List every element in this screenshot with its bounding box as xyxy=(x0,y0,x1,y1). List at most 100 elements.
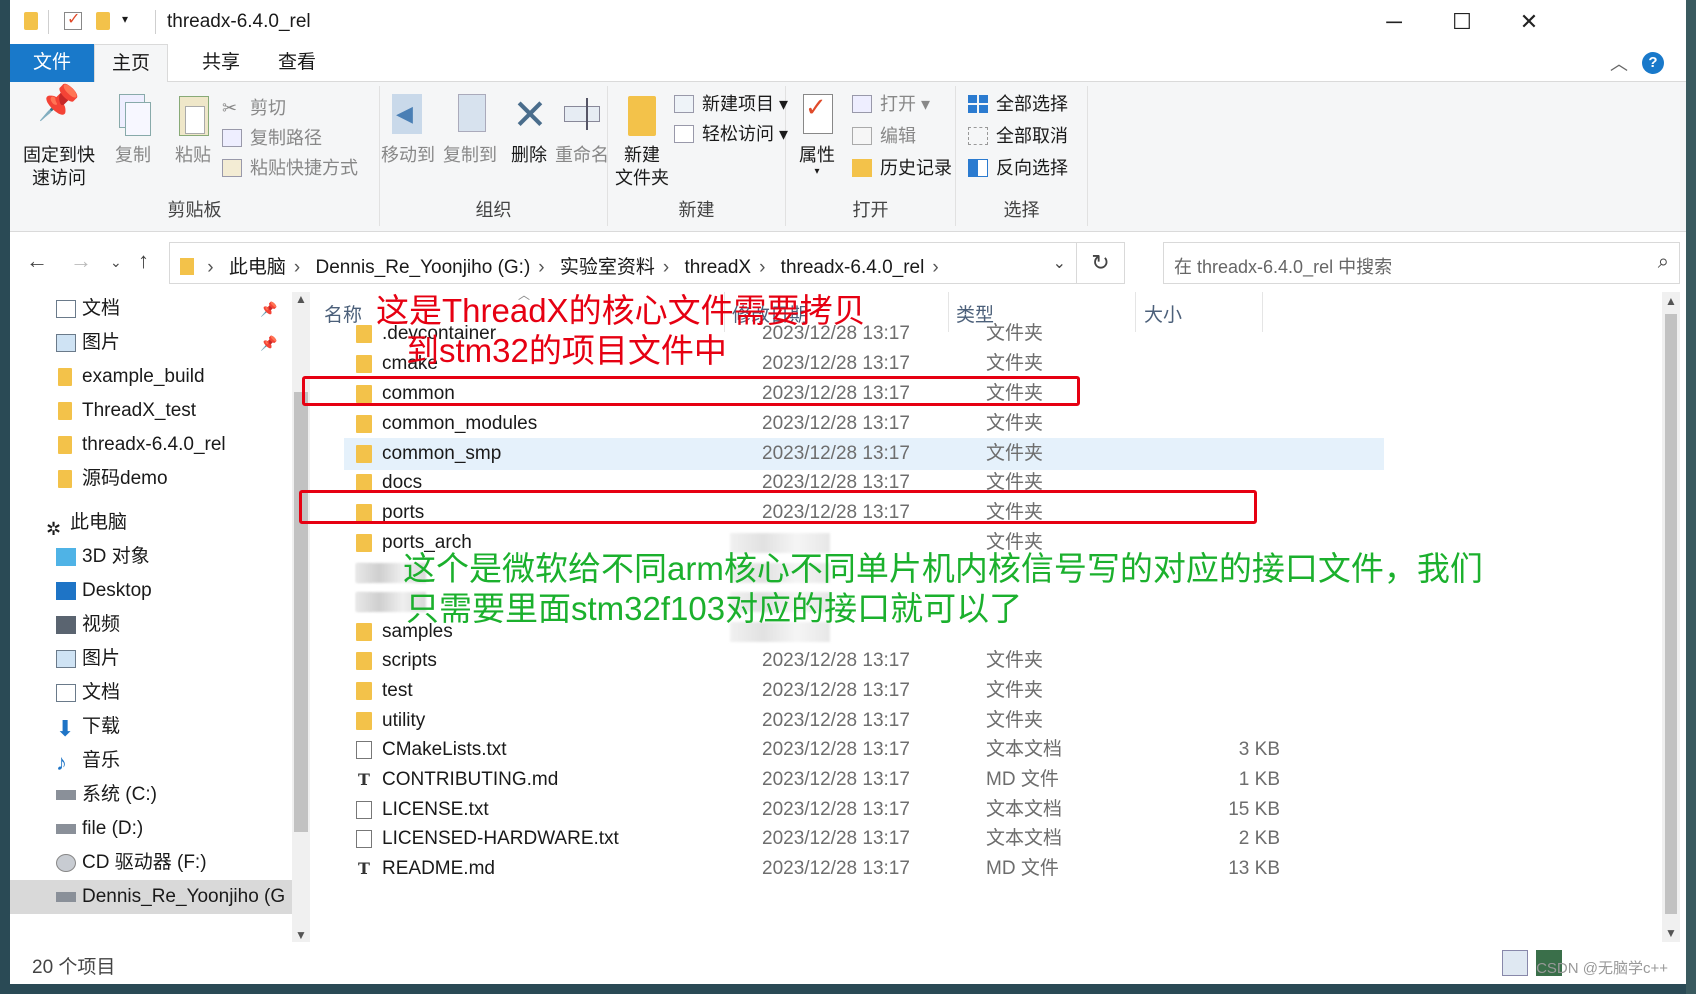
pin-quick-access-button[interactable]: 📌 固定到快 速访问 xyxy=(20,86,98,190)
copy-button[interactable]: 复制 xyxy=(108,92,158,167)
collapse-ribbon-icon[interactable]: ︿ xyxy=(1610,50,1628,76)
move-to-button[interactable]: ◀ 移动到 xyxy=(380,92,436,167)
history-button[interactable]: 历史记录 xyxy=(852,154,952,182)
properties-quick-icon[interactable]: ✓ xyxy=(64,11,82,30)
easy-access-button[interactable]: 轻松访问 ▾ xyxy=(674,120,788,148)
copy-path-button[interactable]: 复制路径 xyxy=(222,124,322,152)
nav-item-drive-c[interactable]: 系统 (C:) xyxy=(10,778,292,812)
file-date: 2023/12/28 13:17 xyxy=(762,413,910,434)
delete-button[interactable]: ✕ 删除 xyxy=(508,92,550,167)
address-bar[interactable]: › 此电脑 › Dennis_Re_Yoonjiho (G:) › 实验室资料 › t… xyxy=(169,242,1077,284)
nav-item-videos[interactable]: 视频 xyxy=(10,608,292,642)
pin-icon[interactable]: 📌 xyxy=(260,326,277,360)
breadcrumb: › 此电脑 › Dennis_Re_Yoonjiho (G:) › 实验室资料 › t… xyxy=(180,252,949,279)
scroll-up-icon[interactable]: ▲ xyxy=(295,292,307,306)
scroll-down-icon[interactable]: ▼ xyxy=(1662,926,1680,940)
breadcrumb-item[interactable]: threadX xyxy=(685,257,752,278)
nav-item-documents[interactable]: 文档 📌 xyxy=(10,292,292,326)
properties-button[interactable]: ✓ 属性 ▾ xyxy=(792,92,842,177)
file-list-scrollbar[interactable]: ▲ ▼ xyxy=(1662,292,1680,942)
forward-icon[interactable]: → xyxy=(70,248,92,274)
recent-locations-icon[interactable]: ⌄ xyxy=(110,254,122,271)
new-folder-button[interactable]: 新建 文件夹 xyxy=(612,92,672,190)
new-item-button[interactable]: 新建项目 ▾ xyxy=(674,90,788,118)
nav-item-drive-d[interactable]: file (D:) xyxy=(10,812,292,846)
file-name: CONTRIBUTING.md xyxy=(382,769,559,790)
refresh-icon[interactable]: ↻ xyxy=(1077,242,1125,284)
cut-button[interactable]: ✂ 剪切 xyxy=(222,94,286,122)
copy-to-button[interactable]: 复制到 xyxy=(442,92,498,167)
close-button[interactable]: ✕ xyxy=(1496,0,1562,44)
table-row[interactable]: utility 2023/12/28 13:17 文件夹 xyxy=(320,705,1360,737)
move-to-icon: ◀ xyxy=(386,92,430,138)
table-row[interactable]: T README.md 2023/12/28 13:17 MD 文件 13 KB xyxy=(320,853,1360,885)
file-name: utility xyxy=(382,710,426,731)
table-row[interactable]: common_smp 2023/12/28 13:17 文件夹 xyxy=(344,438,1384,470)
nav-item-downloads[interactable]: ⬇ 下载 xyxy=(10,710,292,744)
tab-home[interactable]: 主页 xyxy=(94,44,168,83)
details-view-icon[interactable] xyxy=(1502,950,1528,976)
scroll-down-icon[interactable]: ▼ xyxy=(295,928,307,942)
desktop-icon xyxy=(56,582,76,600)
file-type: 文本文档 xyxy=(986,828,1063,849)
nav-scroll-thumb[interactable] xyxy=(294,392,308,832)
ribbon: 📌 固定到快 速访问 复制 粘贴 ✂ 剪切 复制路径 粘贴快捷方式 剪贴板 ◀ 移… xyxy=(10,82,1686,232)
open-button[interactable]: 打开 ▾ xyxy=(852,90,930,118)
breadcrumb-item[interactable]: 实验室资料 xyxy=(560,257,655,278)
file-type: 文件夹 xyxy=(986,680,1044,701)
nav-item-threadx-test[interactable]: ThreadX_test xyxy=(10,394,292,428)
paste-icon xyxy=(171,92,215,138)
nav-item-music[interactable]: ♪ 音乐 xyxy=(10,744,292,778)
table-row[interactable]: LICENSE.txt 2023/12/28 13:17 文本文档 15 KB xyxy=(320,794,1360,826)
invert-selection-button[interactable]: 反向选择 xyxy=(968,154,1068,182)
file-list-scroll-thumb[interactable] xyxy=(1665,314,1677,914)
select-none-button[interactable]: 全部取消 xyxy=(968,122,1068,150)
new-folder-quick-icon[interactable] xyxy=(96,12,110,30)
nav-item-threadx-rel[interactable]: threadx-6.4.0_rel xyxy=(10,428,292,462)
search-box[interactable]: 在 threadx-6.4.0_rel 中搜索 ⌕ xyxy=(1163,242,1680,284)
nav-item-example-build[interactable]: example_build xyxy=(10,360,292,394)
nav-item-3d-objects[interactable]: 3D 对象 xyxy=(10,540,292,574)
breadcrumb-item[interactable]: 此电脑 xyxy=(229,257,286,278)
address-dropdown-icon[interactable]: ⌄ xyxy=(1053,253,1066,273)
pin-icon[interactable]: 📌 xyxy=(260,292,277,326)
select-all-button[interactable]: 全部选择 xyxy=(968,90,1068,118)
customize-quick-access-icon[interactable]: ▾ xyxy=(122,12,128,26)
paste-shortcut-button[interactable]: 粘贴快捷方式 xyxy=(222,154,358,182)
tab-file[interactable]: 文件 xyxy=(10,44,94,82)
nav-item-pictures[interactable]: 图片 📌 xyxy=(10,326,292,360)
clipboard-group-label: 剪贴板 xyxy=(167,200,222,220)
tab-share[interactable]: 共享 xyxy=(184,44,258,82)
help-icon[interactable]: ? xyxy=(1642,52,1664,74)
breadcrumb-item[interactable]: Dennis_Re_Yoonjiho (G:) xyxy=(316,257,531,278)
maximize-button[interactable]: ☐ xyxy=(1429,0,1495,44)
up-icon[interactable]: ↑ xyxy=(138,248,149,274)
markdown-file-icon: T xyxy=(358,859,370,878)
rename-button[interactable]: 重命名 xyxy=(554,92,610,167)
open-icon xyxy=(852,95,872,113)
nav-item-source-demo[interactable]: 源码demo xyxy=(10,462,292,496)
minimize-button[interactable]: ─ xyxy=(1361,0,1427,44)
nav-item-pictures-pc[interactable]: 图片 xyxy=(10,642,292,676)
this-pc-icon: ✲ xyxy=(46,519,62,539)
table-row[interactable]: LICENSED-HARDWARE.txt 2023/12/28 13:17 文本文… xyxy=(320,823,1360,855)
music-icon: ♪ xyxy=(56,750,67,775)
paste-button[interactable]: 粘贴 xyxy=(168,92,218,167)
scroll-up-icon[interactable]: ▲ xyxy=(1662,294,1680,308)
edit-button[interactable]: 编辑 xyxy=(852,122,916,150)
nav-item-cd-drive[interactable]: CD 驱动器 (F:) xyxy=(10,846,292,880)
nav-item-documents-pc[interactable]: 文档 xyxy=(10,676,292,710)
search-input[interactable]: 在 threadx-6.4.0_rel 中搜索 xyxy=(1174,253,1392,279)
table-row[interactable]: T CONTRIBUTING.md 2023/12/28 13:17 MD 文件 1 K… xyxy=(320,764,1360,796)
file-date: 2023/12/28 13:17 xyxy=(762,828,910,849)
breadcrumb-item[interactable]: threadx-6.4.0_rel xyxy=(781,257,925,278)
back-icon[interactable]: ← xyxy=(26,248,48,274)
table-row[interactable]: test 2023/12/28 13:17 文件夹 xyxy=(320,675,1360,707)
nav-item-this-pc[interactable]: ✲ 此电脑 xyxy=(10,506,292,540)
nav-item-desktop[interactable]: Desktop xyxy=(10,574,292,608)
table-row[interactable]: CMakeLists.txt 2023/12/28 13:17 文本文档 3 KB xyxy=(320,734,1360,766)
table-row[interactable]: scripts 2023/12/28 13:17 文件夹 xyxy=(320,645,1360,677)
nav-item-drive-g[interactable]: Dennis_Re_Yoonjiho (G xyxy=(10,880,292,914)
table-row[interactable]: common_modules 2023/12/28 13:17 文件夹 xyxy=(320,408,1360,440)
tab-view[interactable]: 查看 xyxy=(260,44,334,82)
